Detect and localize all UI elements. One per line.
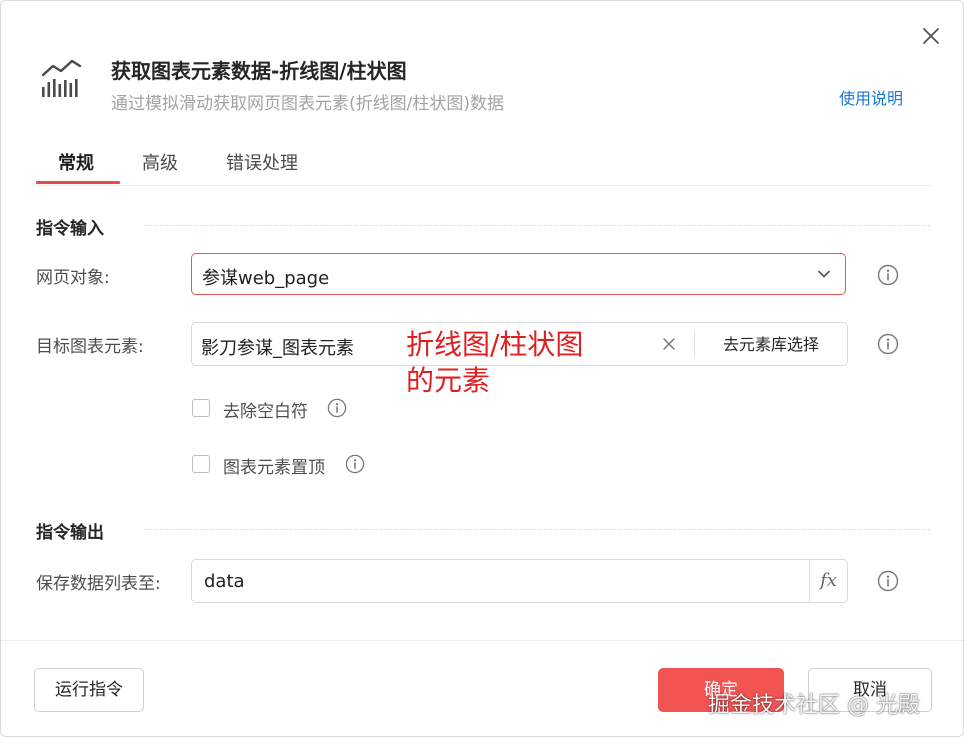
info-icon[interactable] [877,264,899,286]
output-section-title: 指令输出 [36,523,104,543]
web-page-select[interactable]: 参谋web_page [191,253,846,295]
close-button[interactable] [918,23,944,49]
dialog-footer: 运行指令 确定 取消 [1,640,963,736]
active-tab-indicator [36,181,120,184]
info-icon[interactable] [345,454,365,474]
save-to-field[interactable]: data fx [191,559,848,603]
run-command-button[interactable]: 运行指令 [34,668,144,712]
ok-button[interactable]: 确定 [658,668,784,712]
pin-chart-top-option[interactable]: 图表元素置顶 [192,453,377,478]
dialog-title: 获取图表元素数据-折线图/柱状图 [111,59,407,83]
info-icon[interactable] [877,333,899,355]
section-divider [145,225,931,226]
cancel-button[interactable]: 取消 [808,668,932,712]
pin-chart-top-checkbox[interactable] [192,455,210,473]
fx-button[interactable]: fx [810,560,847,602]
tab-general[interactable]: 常规 [58,149,94,175]
dialog-subtitle: 通过模拟滑动获取网页图表元素(折线图/柱状图)数据 [111,94,504,114]
trim-whitespace-checkbox[interactable] [192,399,210,417]
pin-chart-top-label: 图表元素置顶 [223,458,325,478]
dialog: 获取图表元素数据-折线图/柱状图 通过模拟滑动获取网页图表元素(折线图/柱状图)… [0,0,964,737]
chevron-down-icon [818,270,830,278]
input-section-title: 指令输入 [36,219,104,239]
select-from-library-button[interactable]: 去元素库选择 [695,323,847,365]
section-divider [145,529,931,530]
help-link[interactable]: 使用说明 [839,85,903,109]
close-icon [923,28,939,44]
trim-whitespace-label: 去除空白符 [223,402,308,422]
web-page-value: 参谋web_page [202,268,330,289]
trim-whitespace-option[interactable]: 去除空白符 [192,397,362,422]
target-element-value: 影刀参谋_图表元素 [201,338,354,359]
tab-bar: 常规 高级 错误处理 [35,141,931,186]
info-icon[interactable] [327,398,347,418]
tab-error-handling[interactable]: 错误处理 [226,149,298,175]
web-page-label: 网页对象: [36,268,110,288]
line-bar-chart-icon [41,57,83,99]
target-element-field[interactable]: 影刀参谋_图表元素 去元素库选择 [191,322,848,366]
target-element-label: 目标图表元素: [36,337,144,357]
save-to-value: data [204,571,245,592]
tab-advanced[interactable]: 高级 [142,149,178,175]
clear-icon[interactable] [662,337,676,351]
info-icon[interactable] [877,570,899,592]
save-to-label: 保存数据列表至: [36,574,161,594]
annotation-line-2: 的元素 [406,364,491,397]
